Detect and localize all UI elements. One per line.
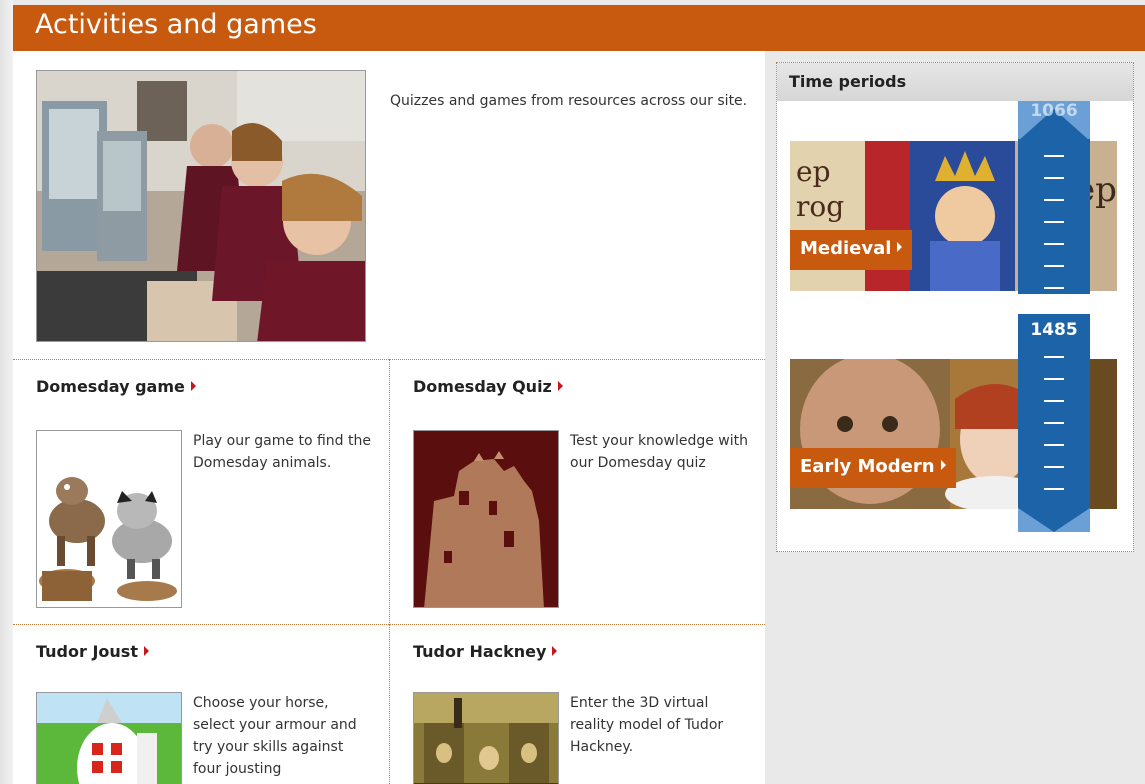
- tudor-joust-link[interactable]: Tudor Joust: [36, 642, 149, 661]
- early-modern-label[interactable]: Early Modern: [790, 448, 956, 488]
- medieval-label[interactable]: Medieval: [790, 230, 913, 270]
- chevron-right-icon: [897, 242, 903, 252]
- timeline-year-1485: 1485: [1030, 320, 1078, 340]
- intro-description: Quizzes and games from resources across …: [390, 93, 748, 109]
- domesday-quiz-link[interactable]: Domesday Quiz: [413, 377, 563, 396]
- page-title: Activities and games: [35, 9, 317, 40]
- chevron-right-icon: [557, 381, 563, 391]
- chevron-right-icon: [552, 646, 558, 656]
- domesday-quiz-description: Test your knowledge with our Domesday qu…: [570, 433, 748, 471]
- tudor-hackney-link[interactable]: Tudor Hackney: [413, 642, 558, 661]
- tudor-hackney-model-image[interactable]: [413, 692, 559, 784]
- domesday-game-title: Domesday game: [36, 377, 185, 396]
- domesday-animals-image[interactable]: [36, 430, 182, 608]
- domesday-game-link[interactable]: Domesday game: [36, 377, 196, 396]
- main-content: Quizzes and games from resources across …: [13, 51, 765, 784]
- tudor-joust-title: Tudor Joust: [36, 642, 138, 661]
- chevron-right-icon: [190, 381, 196, 391]
- intro-section: Quizzes and games from resources across …: [13, 51, 765, 360]
- timeline-segment-early-modern: 1485: [1018, 314, 1090, 509]
- tudor-hackney-title: Tudor Hackney: [413, 642, 547, 661]
- tudor-joust-card: Tudor Joust Choose your horse, select yo…: [13, 624, 389, 784]
- page-title-bar: Activities and games: [13, 5, 1145, 51]
- time-periods-panel: Time periods ep rog ep Medieval Early Mo…: [776, 62, 1134, 552]
- svg-text:ep: ep: [796, 155, 831, 188]
- domesday-game-card: Domesday game Play our game to find the …: [13, 359, 389, 625]
- castle-image[interactable]: [413, 430, 559, 608]
- time-periods-heading: Time periods: [777, 63, 1133, 101]
- scroll-down-arrow-icon[interactable]: [1018, 508, 1090, 532]
- chevron-right-icon: [940, 460, 946, 470]
- timeline-segment-medieval: [1018, 139, 1090, 294]
- jousting-knight-image[interactable]: [36, 692, 182, 784]
- timeline-scroller[interactable]: 1066 1485: [1018, 101, 1090, 533]
- tudor-hackney-card: Tudor Hackney Enter the 3D virtual reali…: [389, 624, 765, 784]
- tudor-joust-description: Choose your horse, select your armour an…: [193, 695, 357, 777]
- chevron-right-icon: [143, 646, 149, 656]
- students-at-computers-image: [36, 70, 366, 342]
- svg-text:rog: rog: [796, 190, 844, 223]
- domesday-game-description: Play our game to find the Domesday anima…: [193, 433, 371, 471]
- domesday-quiz-card: Domesday Quiz Test your knowledge with o…: [389, 359, 765, 625]
- page-edge-shadow: [0, 0, 13, 784]
- timeline-year-1066: 1066: [1030, 101, 1078, 121]
- tudor-hackney-description: Enter the 3D virtual reality model of Tu…: [570, 695, 724, 755]
- domesday-quiz-title: Domesday Quiz: [413, 377, 552, 396]
